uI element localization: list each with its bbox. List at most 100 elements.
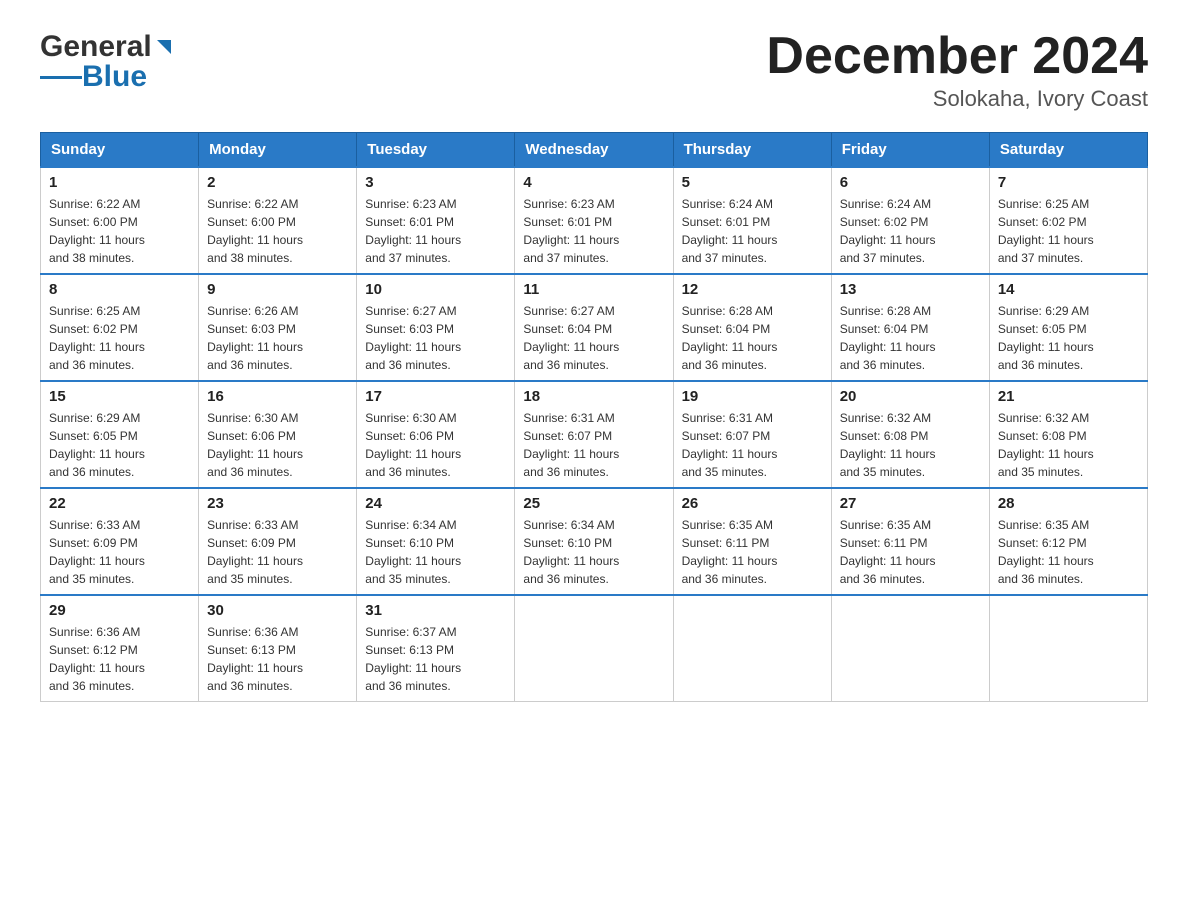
day-info: Sunrise: 6:23 AMSunset: 6:01 PMDaylight:…: [523, 195, 664, 267]
calendar-day-cell: 15 Sunrise: 6:29 AMSunset: 6:05 PMDayligh…: [41, 381, 199, 488]
day-info: Sunrise: 6:29 AMSunset: 6:05 PMDaylight:…: [49, 409, 190, 481]
calendar-day-cell: 20Sunrise: 6:32 AMSunset: 6:08 PMDayligh…: [831, 381, 989, 488]
day-number: 3: [365, 174, 506, 191]
title-block: December 2024 Solokaha, Ivory Coast: [766, 30, 1148, 112]
col-tuesday: Tuesday: [357, 133, 515, 168]
day-number: 11: [523, 281, 664, 298]
calendar-day-cell: [989, 595, 1147, 702]
calendar-day-cell: 7Sunrise: 6:25 AMSunset: 6:02 PMDaylight…: [989, 167, 1147, 274]
day-number: 16: [207, 388, 348, 405]
day-number: 27: [840, 495, 981, 512]
day-info: Sunrise: 6:36 AMSunset: 6:13 PMDaylight:…: [207, 623, 348, 695]
calendar-day-cell: 12 Sunrise: 6:28 AMSunset: 6:04 PMDayligh…: [673, 274, 831, 381]
day-number: 19: [682, 388, 823, 405]
calendar-table: Sunday Monday Tuesday Wednesday Thursday…: [40, 132, 1148, 702]
day-info: Sunrise: 6:24 AMSunset: 6:02 PMDaylight:…: [840, 195, 981, 267]
day-info: Sunrise: 6:28 AMSunset: 6:04 PMDaylight:…: [840, 302, 981, 374]
col-saturday: Saturday: [989, 133, 1147, 168]
calendar-day-cell: 4 Sunrise: 6:23 AMSunset: 6:01 PMDaylight…: [515, 167, 673, 274]
calendar-day-cell: 21 Sunrise: 6:32 AMSunset: 6:08 PMDayligh…: [989, 381, 1147, 488]
calendar-day-cell: 23 Sunrise: 6:33 AMSunset: 6:09 PMDayligh…: [199, 488, 357, 595]
day-info: Sunrise: 6:35 AMSunset: 6:11 PMDaylight:…: [840, 516, 981, 588]
logo: General Blue: [40, 30, 176, 94]
day-info: Sunrise: 6:32 AMSunset: 6:08 PMDaylight:…: [840, 409, 981, 481]
calendar-week-row: 1 Sunrise: 6:22 AMSunset: 6:00 PMDaylight…: [41, 167, 1148, 274]
day-number: 9: [207, 281, 348, 298]
day-info: Sunrise: 6:37 AMSunset: 6:13 PMDaylight:…: [365, 623, 506, 695]
day-number: 28: [998, 495, 1139, 512]
day-number: 21: [998, 388, 1139, 405]
day-info: Sunrise: 6:22 AMSunset: 6:00 PMDaylight:…: [207, 195, 348, 267]
calendar-day-cell: 6 Sunrise: 6:24 AMSunset: 6:02 PMDaylight…: [831, 167, 989, 274]
day-info: Sunrise: 6:28 AMSunset: 6:04 PMDaylight:…: [682, 302, 823, 374]
day-info: Sunrise: 6:35 AMSunset: 6:11 PMDaylight:…: [682, 516, 823, 588]
day-number: 25: [523, 495, 664, 512]
calendar-day-cell: 3 Sunrise: 6:23 AMSunset: 6:01 PMDaylight…: [357, 167, 515, 274]
day-number: 13: [840, 281, 981, 298]
calendar-day-cell: 19Sunrise: 6:31 AMSunset: 6:07 PMDayligh…: [673, 381, 831, 488]
calendar-day-cell: 9 Sunrise: 6:26 AMSunset: 6:03 PMDaylight…: [199, 274, 357, 381]
col-friday: Friday: [831, 133, 989, 168]
page-header: General Blue December 2024 Solokaha, Ivo…: [40, 30, 1148, 112]
calendar-day-cell: [515, 595, 673, 702]
day-number: 24: [365, 495, 506, 512]
calendar-day-cell: 22 Sunrise: 6:33 AMSunset: 6:09 PMDayligh…: [41, 488, 199, 595]
calendar-day-cell: 11Sunrise: 6:27 AMSunset: 6:04 PMDayligh…: [515, 274, 673, 381]
day-number: 8: [49, 281, 190, 298]
col-wednesday: Wednesday: [515, 133, 673, 168]
calendar-day-cell: 5Sunrise: 6:24 AMSunset: 6:01 PMDaylight…: [673, 167, 831, 274]
day-number: 22: [49, 495, 190, 512]
calendar-day-cell: 10 Sunrise: 6:27 AMSunset: 6:03 PMDayligh…: [357, 274, 515, 381]
day-number: 2: [207, 174, 348, 191]
calendar-day-cell: 31 Sunrise: 6:37 AMSunset: 6:13 PMDayligh…: [357, 595, 515, 702]
calendar-week-row: 29 Sunrise: 6:36 AMSunset: 6:12 PMDayligh…: [41, 595, 1148, 702]
day-info: Sunrise: 6:34 AMSunset: 6:10 PMDaylight:…: [365, 516, 506, 588]
day-info: Sunrise: 6:36 AMSunset: 6:12 PMDaylight:…: [49, 623, 190, 695]
day-number: 26: [682, 495, 823, 512]
day-info: Sunrise: 6:23 AMSunset: 6:01 PMDaylight:…: [365, 195, 506, 267]
day-info: Sunrise: 6:24 AMSunset: 6:01 PMDaylight:…: [682, 195, 823, 267]
calendar-week-row: 15 Sunrise: 6:29 AMSunset: 6:05 PMDayligh…: [41, 381, 1148, 488]
calendar-header-row: Sunday Monday Tuesday Wednesday Thursday…: [41, 133, 1148, 168]
day-number: 10: [365, 281, 506, 298]
day-info: Sunrise: 6:30 AMSunset: 6:06 PMDaylight:…: [207, 409, 348, 481]
day-info: Sunrise: 6:35 AMSunset: 6:12 PMDaylight:…: [998, 516, 1139, 588]
calendar-day-cell: 8Sunrise: 6:25 AMSunset: 6:02 PMDaylight…: [41, 274, 199, 381]
calendar-day-cell: 17Sunrise: 6:30 AMSunset: 6:06 PMDayligh…: [357, 381, 515, 488]
day-number: 6: [840, 174, 981, 191]
logo-blue: Blue: [82, 60, 147, 94]
day-number: 23: [207, 495, 348, 512]
calendar-day-cell: 16 Sunrise: 6:30 AMSunset: 6:06 PMDayligh…: [199, 381, 357, 488]
day-number: 29: [49, 602, 190, 619]
day-number: 12: [682, 281, 823, 298]
day-info: Sunrise: 6:31 AMSunset: 6:07 PMDaylight:…: [523, 409, 664, 481]
day-info: Sunrise: 6:26 AMSunset: 6:03 PMDaylight:…: [207, 302, 348, 374]
day-number: 15: [49, 388, 190, 405]
day-number: 31: [365, 602, 506, 619]
calendar-day-cell: 24 Sunrise: 6:34 AMSunset: 6:10 PMDayligh…: [357, 488, 515, 595]
day-number: 14: [998, 281, 1139, 298]
day-number: 1: [49, 174, 190, 191]
calendar-day-cell: [673, 595, 831, 702]
calendar-day-cell: 1 Sunrise: 6:22 AMSunset: 6:00 PMDaylight…: [41, 167, 199, 274]
logo-general: General: [40, 30, 152, 64]
day-info: Sunrise: 6:27 AMSunset: 6:03 PMDaylight:…: [365, 302, 506, 374]
calendar-day-cell: 25 Sunrise: 6:34 AMSunset: 6:10 PMDayligh…: [515, 488, 673, 595]
day-number: 18: [523, 388, 664, 405]
day-info: Sunrise: 6:30 AMSunset: 6:06 PMDaylight:…: [365, 409, 506, 481]
calendar-day-cell: 29 Sunrise: 6:36 AMSunset: 6:12 PMDayligh…: [41, 595, 199, 702]
day-number: 4: [523, 174, 664, 191]
day-info: Sunrise: 6:33 AMSunset: 6:09 PMDaylight:…: [49, 516, 190, 588]
day-info: Sunrise: 6:34 AMSunset: 6:10 PMDaylight:…: [523, 516, 664, 588]
day-info: Sunrise: 6:32 AMSunset: 6:08 PMDaylight:…: [998, 409, 1139, 481]
calendar-day-cell: 2 Sunrise: 6:22 AMSunset: 6:00 PMDaylight…: [199, 167, 357, 274]
calendar-day-cell: [831, 595, 989, 702]
day-info: Sunrise: 6:25 AMSunset: 6:02 PMDaylight:…: [998, 195, 1139, 267]
day-number: 30: [207, 602, 348, 619]
col-monday: Monday: [199, 133, 357, 168]
calendar-day-cell: 14Sunrise: 6:29 AMSunset: 6:05 PMDayligh…: [989, 274, 1147, 381]
day-info: Sunrise: 6:33 AMSunset: 6:09 PMDaylight:…: [207, 516, 348, 588]
col-thursday: Thursday: [673, 133, 831, 168]
logo-triangle-icon: [153, 36, 175, 58]
day-info: Sunrise: 6:22 AMSunset: 6:00 PMDaylight:…: [49, 195, 190, 267]
